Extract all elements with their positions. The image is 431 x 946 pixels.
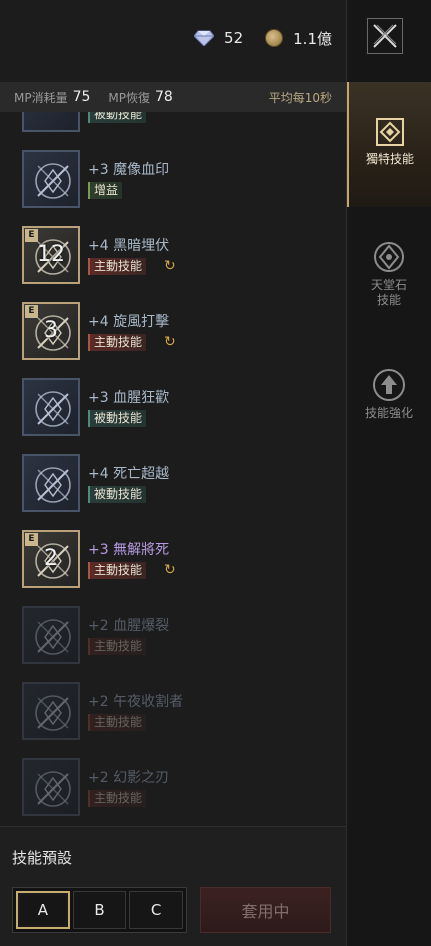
coin-icon — [265, 29, 284, 47]
list-item[interactable]: +3 魔像血印 增益 — [22, 150, 322, 210]
skill-preset-panel: 技能預設 A B C 套用中 — [0, 826, 346, 946]
blood-burst-icon — [22, 606, 80, 664]
list-item[interactable]: E 12 +4 黑暗埋伏 主動技能 ↻ — [22, 226, 322, 286]
preset-a-button[interactable]: A — [16, 891, 70, 929]
skill-type-tag: 主動技能 — [88, 638, 147, 655]
mp-regen-value: 78 — [155, 89, 173, 105]
skill-title: +4 旋風打擊 — [88, 314, 170, 330]
close-icon — [373, 24, 397, 48]
skill-title: +3 血腥狂歡 — [88, 390, 170, 406]
list-item[interactable]: +4 死亡超越 被動技能 — [22, 454, 322, 514]
midnight-reaper-icon — [22, 682, 80, 740]
skill-title: +4 死亡超越 — [88, 466, 170, 482]
gem-count: 52 — [224, 29, 244, 47]
preset-title: 技能預設 — [12, 849, 73, 867]
skill-type-tag: 被動技能 — [88, 410, 147, 427]
skill-title: +2 幻影之刃 — [88, 770, 170, 786]
enhance-badge: E — [25, 533, 38, 546]
blood-frenzy-icon — [22, 378, 80, 436]
skill-type-tag: 主動技能 — [88, 562, 147, 579]
close-button[interactable] — [367, 18, 403, 54]
unique-skill-icon — [376, 118, 404, 146]
list-item[interactable]: E 2 +3 無解將死 主動技能 ↻ — [22, 530, 322, 590]
mp-regen-label: MP恢復 — [108, 90, 151, 105]
apply-preset-button[interactable]: 套用中 — [200, 887, 331, 933]
heaven-stone-icon — [374, 242, 404, 272]
dark-ambush-icon: E 12 — [22, 226, 80, 284]
skill-icon-partial — [22, 112, 80, 132]
auto-cast-icon[interactable]: ↻ — [164, 258, 180, 274]
mp-info-bar: MP消耗量 75 MP恢復 78 平均每10秒 — [0, 82, 346, 112]
mp-cost-label: MP消耗量 — [14, 90, 68, 105]
coin-currency: 1.1億 — [265, 28, 332, 49]
tab-unique-skill[interactable]: 獨特技能 — [347, 82, 431, 207]
tab-unique-skill-label: 獨特技能 — [365, 152, 414, 166]
cooldown-number: 3 — [44, 318, 58, 343]
skill-type-tag: 增益 — [88, 182, 123, 199]
skill-type-tag: 主動技能 — [88, 334, 147, 351]
skill-type-tag: 主動技能 — [88, 258, 147, 275]
preset-selector: A B C — [12, 887, 187, 933]
auto-cast-icon[interactable]: ↻ — [164, 334, 180, 350]
list-item[interactable]: +2 午夜收割者 主動技能 — [22, 682, 322, 742]
golem-skull-icon — [22, 150, 80, 208]
auto-cast-icon[interactable]: ↻ — [164, 562, 180, 578]
skill-type-tag: 被動技能 — [88, 486, 147, 503]
skill-type-tag: 主動技能 — [88, 714, 147, 731]
coin-count: 1.1億 — [293, 29, 332, 48]
list-item[interactable]: +2 幻影之刃 主動技能 — [22, 758, 322, 818]
cooldown-number: 12 — [37, 242, 65, 267]
list-item[interactable]: E 3 +4 旋風打擊 主動技能 ↻ — [22, 302, 322, 362]
preset-c-button[interactable]: C — [129, 891, 183, 929]
mp-cost-value: 75 — [72, 89, 91, 105]
skill-enhance-icon — [373, 369, 405, 401]
skill-tag: 被動技能 — [88, 112, 147, 123]
diamond-icon — [194, 30, 215, 46]
preset-b-button[interactable]: B — [72, 891, 127, 929]
checkmate-icon: E2 — [22, 530, 80, 588]
skill-title: +3 無解將死 — [88, 542, 170, 558]
tab-heaven-stone-skill[interactable]: 天堂石 技能 — [347, 240, 431, 308]
enhance-badge: E — [25, 229, 38, 242]
tab-skill-enhance[interactable]: 技能強化 — [347, 368, 431, 421]
side-tab-bar: 獨特技能 天堂石 技能 技能強化 — [346, 0, 431, 946]
death-transcend-icon — [22, 454, 80, 512]
cooldown-number: 2 — [44, 546, 58, 571]
skill-list[interactable]: 被動技能 +3 魔像血印 增益 E 12 +4 黑暗埋伏 主動技能 ↻ E 3 +4 旋風打擊 主動… — [0, 112, 346, 825]
skill-title: +4 黑暗埋伏 — [88, 238, 170, 254]
tab-heaven-stone-label: 天堂石 技能 — [370, 278, 407, 307]
list-item-partial[interactable]: 被動技能 — [22, 112, 322, 134]
gem-currency: 52 — [194, 29, 243, 47]
list-item[interactable]: +3 血腥狂歡 被動技能 — [22, 378, 322, 438]
skill-title: +2 血腥爆裂 — [88, 618, 170, 634]
enhance-badge: E — [25, 305, 38, 318]
skill-title: +2 午夜收割者 — [88, 694, 184, 710]
phantom-blade-icon — [22, 758, 80, 816]
skill-panel: 52 1.1億 MP消耗量 75 MP恢復 78 平均每10秒 被動技能 +3 … — [0, 0, 346, 946]
skill-title: +3 魔像血印 — [88, 162, 170, 178]
mp-avg-label: 平均每10秒 — [268, 90, 332, 105]
whirlwind-icon: E3 — [22, 302, 80, 360]
list-item[interactable]: +2 血腥爆裂 主動技能 — [22, 606, 322, 666]
currency-bar: 52 1.1億 — [172, 26, 332, 50]
skill-type-tag: 主動技能 — [88, 790, 147, 807]
tab-skill-enhance-label: 技能強化 — [364, 406, 413, 420]
